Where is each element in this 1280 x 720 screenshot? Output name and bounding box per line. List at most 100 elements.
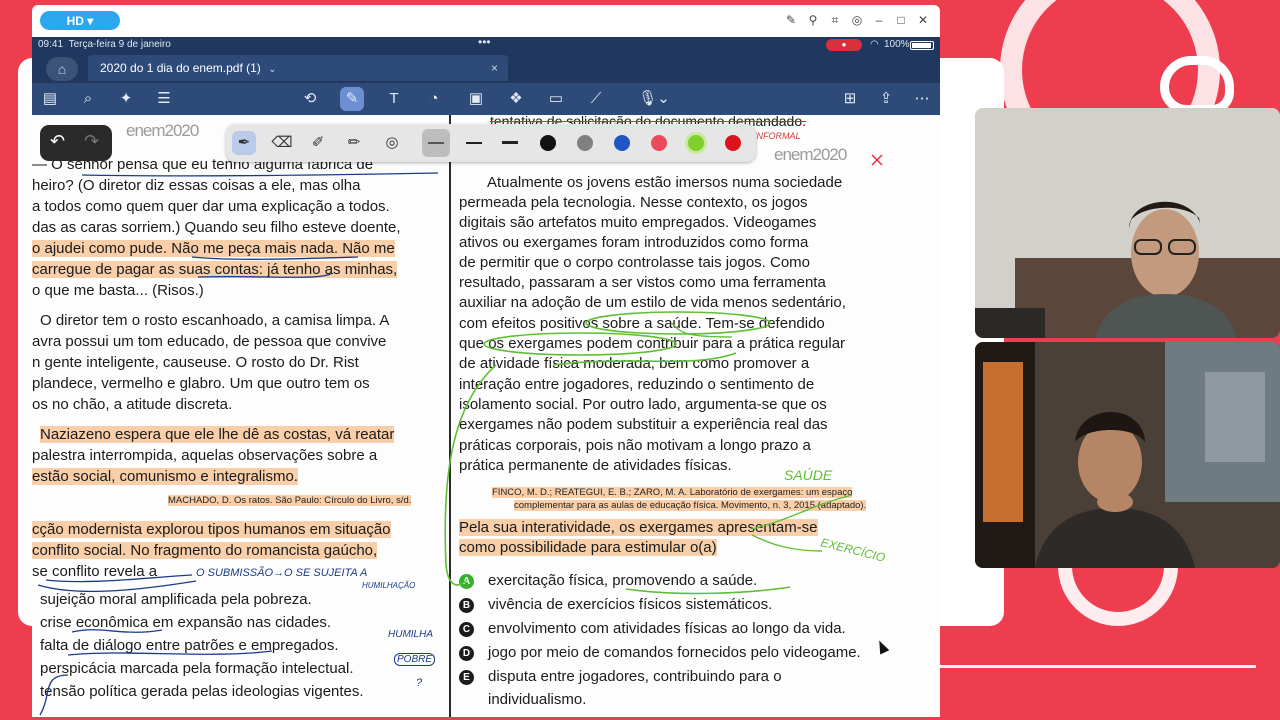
elements-icon[interactable]: ❖: [504, 87, 528, 111]
left-para3-3: estão social, comunismo e integralismo.: [32, 468, 298, 485]
right-para-6: resultado, passaram a ser vistos como um…: [459, 274, 826, 291]
tab-bar: ⌂ 2020 do 1 dia do enem.pdf (1) ⌄ ×: [32, 53, 940, 83]
right-question-2: como possibilidade para estimular o(a): [459, 539, 717, 556]
magic-icon[interactable]: ✦: [114, 87, 138, 111]
left-option-c[interactable]: falta de diálogo entre patrões e emprega…: [40, 636, 339, 656]
search-icon[interactable]: ⌕: [76, 87, 100, 111]
left-question-1: cção modernista explorou tipos humanos e…: [32, 521, 391, 538]
highlighter-icon[interactable]: ✐: [306, 131, 330, 155]
pdf-page[interactable]: tentativa de solicitação do documento de…: [32, 113, 940, 717]
tab-close-icon[interactable]: ×: [491, 55, 498, 81]
left-option-e[interactable]: tensão política gerada pelas ideologias …: [40, 682, 364, 702]
document-tab[interactable]: 2020 do 1 dia do enem.pdf (1) ⌄ ×: [88, 55, 508, 81]
left-source: MACHADO, D. Os ratos. São Paulo: Círculo…: [168, 495, 412, 506]
right-para-7: auxiliar na adoção de um estilo de vida …: [459, 294, 846, 311]
shapes-icon[interactable]: ◔: [422, 87, 446, 111]
handwriting-informal: INFORMAL: [754, 131, 801, 141]
right-para-9: que os exergames podem contribuir para a…: [459, 335, 846, 352]
pen-color-swatch[interactable]: [614, 135, 630, 151]
watermark-left: enem2020: [126, 121, 199, 140]
lasso-icon[interactable]: ⟲: [298, 87, 322, 111]
right-option-e[interactable]: Edisputa entre jogadores, contribuindo p…: [459, 667, 782, 687]
sticky-note-icon[interactable]: ▭: [544, 87, 568, 111]
handwriting-exercicio: EXERCÍCIO: [819, 535, 887, 565]
pen-color-swatch[interactable]: [688, 135, 704, 151]
right-para-8: com efeitos positivos sobre a saúde. Tem…: [459, 315, 825, 332]
webcam-image-student: [975, 342, 1280, 568]
status-time: 09:41 Terça-feira 9 de janeiro: [38, 39, 171, 50]
share-icon[interactable]: ⇪: [874, 87, 898, 111]
handwriting-humilha: HUMILHA: [388, 629, 434, 640]
webcam-feed-presenter: [975, 108, 1280, 338]
handwriting-pobre: POBRE: [394, 653, 436, 666]
stroke-thick[interactable]: [502, 141, 518, 144]
handwriting-submissao: O SUBMISSÃO→O SE SUJEITA A: [196, 567, 368, 579]
add-page-icon[interactable]: ⊞: [838, 87, 862, 111]
right-para-12: isolamento social. Por outro lado, argum…: [459, 396, 827, 413]
option-c-marker: C: [459, 622, 474, 637]
pin-icon[interactable]: ⚲: [806, 13, 820, 28]
left-para2-4: plandece, vermelho e glabro. Um que outr…: [32, 375, 370, 392]
maximize-icon[interactable]: □: [894, 13, 908, 28]
right-para-4: ativos ou exergames foram introduzidos c…: [459, 234, 809, 251]
left-line-5: o ajudei como pude. Não me peça mais nad…: [32, 240, 395, 257]
more-icon[interactable]: ⋯: [910, 87, 934, 111]
handwriting-humilhacao: HUMILHAÇÃO: [362, 581, 416, 590]
crop-icon[interactable]: ⌗: [828, 13, 842, 28]
right-para-15: prática permanente de atividades físicas…: [459, 457, 732, 474]
redo-icon[interactable]: ↷: [84, 131, 99, 152]
option-e-marker: E: [459, 670, 474, 685]
right-para-5: de permitir que o corpo controlasse tais…: [459, 254, 811, 271]
stroke-medium[interactable]: [466, 142, 482, 144]
undo-icon[interactable]: ↶: [50, 131, 65, 152]
window-controls: ✎ ⚲ ⌗ ◎ – □ ✕: [784, 13, 930, 28]
webcam-feed-student: [975, 342, 1280, 568]
close-icon[interactable]: ✕: [916, 13, 930, 28]
left-option-d[interactable]: perspicácia marcada pela formação intele…: [40, 659, 354, 679]
pen-icon[interactable]: ✎: [340, 87, 364, 111]
tape-icon[interactable]: ⟋: [584, 87, 608, 111]
outline-icon[interactable]: ☰: [152, 87, 176, 111]
home-icon[interactable]: ⌂: [46, 57, 78, 81]
left-option-b[interactable]: crise econômica em expansão nas cidades.: [40, 613, 331, 633]
undo-redo-bar: ↶ ↷: [40, 125, 112, 161]
pen-color-swatch[interactable]: [540, 135, 556, 151]
recorder-strip: HD ▾ ✎ ⚲ ⌗ ◎ – □ ✕: [32, 5, 940, 37]
right-para-1: Atualmente os jovens estão imersos numa …: [487, 174, 843, 191]
lasso-tool-icon[interactable]: ◎: [380, 131, 404, 155]
left-line-2: heiro? (O diretor diz essas coisas a ele…: [32, 177, 361, 194]
left-line-3: a todos como quem quer dar uma explicaçã…: [32, 198, 390, 215]
right-para-11: interação entre jogadores, reduzindo o s…: [459, 376, 815, 393]
multitask-dots[interactable]: •••: [478, 37, 491, 49]
pen-toolbar: ✒ ⌫ ✐ ✏ ◎: [226, 124, 756, 162]
microphone-icon[interactable]: 🎙︎⌄: [634, 87, 674, 111]
left-para2-2: avra possui um tom educado, de pessoa qu…: [32, 333, 387, 350]
handwriting-saude: SAÚDE: [784, 467, 833, 483]
sidebar-icon[interactable]: ▤: [38, 87, 62, 111]
pen-color-swatch[interactable]: [725, 135, 741, 151]
pen-color-swatch[interactable]: [651, 135, 667, 151]
minimize-icon[interactable]: –: [872, 13, 886, 28]
left-line-4: das as caras sorriem.) Quando seu filho …: [32, 219, 401, 236]
left-question-2: conflito social. No fragmento do romanci…: [32, 542, 378, 559]
chevron-down-icon[interactable]: ⌄: [268, 64, 276, 75]
left-option-a[interactable]: sujeição moral amplificada pela pobreza.: [40, 590, 312, 610]
eraser-icon[interactable]: ⌫: [270, 131, 294, 155]
recording-indicator: ●: [826, 39, 862, 51]
wifi-icon: ◠: [870, 39, 879, 50]
right-option-d[interactable]: Djogo por meio de comandos fornecidos pe…: [459, 643, 861, 663]
textbox-icon[interactable]: T: [382, 87, 406, 111]
image-icon[interactable]: ▣: [464, 87, 488, 111]
right-option-c[interactable]: Cenvolvimento com atividades físicas ao …: [459, 619, 846, 639]
record-icon[interactable]: ◎: [850, 13, 864, 28]
quality-badge[interactable]: HD ▾: [40, 11, 120, 30]
fountain-pen-icon[interactable]: ✒: [232, 131, 256, 155]
right-para-2: permeada pela tecnologia. Nesse contexto…: [459, 194, 808, 211]
battery-icon: [910, 41, 934, 50]
left-line-7: o que me basta... (Risos.): [32, 282, 204, 299]
right-option-b[interactable]: Bvivência de exercícios físicos sistemát…: [459, 595, 772, 615]
right-option-a[interactable]: Aexercitação física, promovendo a saúde.: [459, 571, 757, 591]
pencil-icon[interactable]: ✎: [784, 13, 798, 28]
pen-color-swatch[interactable]: [577, 135, 593, 151]
pencil-icon[interactable]: ✏: [342, 131, 366, 155]
